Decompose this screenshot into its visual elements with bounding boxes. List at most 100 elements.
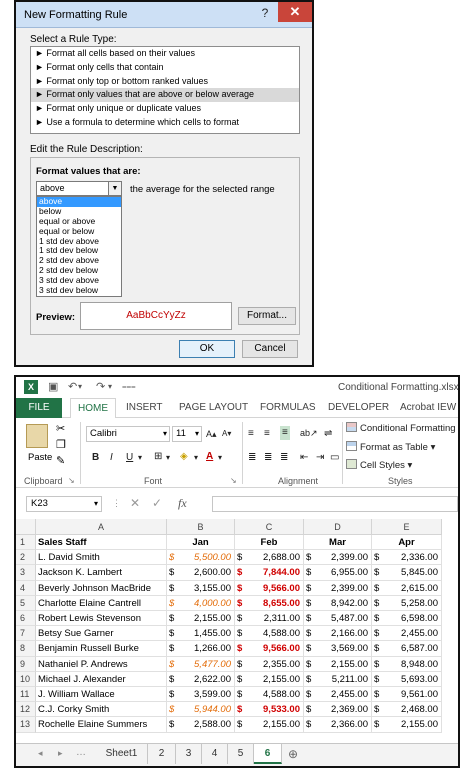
row-header[interactable]: 6 [16, 611, 36, 627]
row-header[interactable]: 9 [16, 656, 36, 672]
save-icon[interactable]: ▣ [48, 380, 58, 393]
row-header[interactable]: 7 [16, 626, 36, 642]
help-icon[interactable]: ? [254, 4, 276, 22]
table-cell-value[interactable]: $5,500.00 [167, 550, 235, 566]
table-cell-value[interactable]: $2,155.00 [235, 717, 304, 733]
italic-button[interactable]: I [110, 451, 113, 465]
cancel-entry-icon[interactable]: ✕ [130, 496, 140, 510]
ok-button[interactable]: OK [179, 340, 235, 358]
row-header[interactable]: 4 [16, 580, 36, 596]
table-cell-name[interactable]: J. William Wallace [36, 687, 167, 703]
name-box[interactable]: K23 ▾ [26, 496, 102, 512]
copy-icon[interactable]: ❐ [56, 438, 66, 451]
table-cell-value[interactable]: $2,468.00 [372, 702, 442, 718]
borders-icon[interactable]: ⊞ [154, 450, 162, 464]
table-cell-value[interactable]: $2,336.00 [372, 550, 442, 566]
chevron-down-icon[interactable]: ▾ [195, 427, 199, 441]
table-cell-value[interactable]: $6,598.00 [372, 611, 442, 627]
rule-type-list[interactable]: ► Format all cells based on their values… [30, 46, 300, 134]
table-cell-value[interactable]: $7,844.00 [235, 565, 304, 581]
undo-icon[interactable]: ↶ [68, 380, 77, 393]
table-cell-value[interactable]: $5,944.00 [167, 702, 235, 718]
table-cell-value[interactable]: $9,566.00 [235, 580, 304, 596]
align-right-icon[interactable]: ≣ [280, 451, 288, 465]
chevron-down-icon[interactable]: ▼ [108, 182, 121, 195]
table-cell-name[interactable]: Robert Lewis Stevenson [36, 611, 167, 627]
table-cell-name[interactable]: Betsy Sue Garner [36, 626, 167, 642]
table-cell-value[interactable]: $2,622.00 [167, 671, 235, 687]
customize-qat-icon[interactable]: ⩶ [122, 382, 136, 392]
table-cell-value[interactable]: Feb [235, 535, 304, 551]
chevron-down-icon[interactable]: ▾ [166, 451, 170, 465]
table-cell-value[interactable]: $4,000.00 [167, 595, 235, 611]
merge-center-icon[interactable]: ▭ [330, 451, 339, 465]
rule-type-item[interactable]: ► Format only top or bottom ranked value… [31, 75, 299, 89]
wrap-text-icon[interactable]: ⇌ [324, 427, 332, 441]
row-header[interactable]: 12 [16, 702, 36, 718]
table-cell-value[interactable]: $2,155.00 [167, 611, 235, 627]
column-header[interactable]: C [235, 519, 304, 535]
tab-page-layout[interactable]: PAGE LAYOUT [179, 398, 248, 418]
table-cell-value[interactable]: $5,845.00 [372, 565, 442, 581]
table-cell-name[interactable]: Sales Staff [36, 535, 167, 551]
font-name-combo[interactable]: Calibri ▾ [86, 426, 170, 442]
chevron-down-icon[interactable]: ▾ [194, 451, 198, 465]
above-below-dropdown-list[interactable]: above below equal or above equal or below 1 … [36, 196, 122, 297]
table-cell-value[interactable]: $2,588.00 [167, 717, 235, 733]
table-cell-name[interactable]: L. David Smith [36, 550, 167, 566]
paste-label[interactable]: Paste [28, 452, 52, 463]
tab-insert[interactable]: INSERT [126, 398, 163, 418]
table-cell-value[interactable]: $2,311.00 [235, 611, 304, 627]
table-cell-value[interactable]: $3,155.00 [167, 580, 235, 596]
redo-dropdown-icon[interactable]: ▾ [108, 382, 112, 391]
row-header[interactable]: 8 [16, 641, 36, 657]
insert-function-icon[interactable]: fx [178, 496, 187, 511]
table-cell-value[interactable]: $9,561.00 [372, 687, 442, 703]
align-middle-icon[interactable]: ≡ [264, 427, 270, 441]
table-cell-value[interactable]: $1,455.00 [167, 626, 235, 642]
rule-type-item[interactable]: ► Format only values that are above or b… [31, 88, 299, 103]
format-as-table-button[interactable]: Format as Table ▾ [346, 441, 435, 453]
sheet-tab[interactable]: 5 [228, 744, 254, 764]
column-header[interactable]: B [167, 519, 235, 535]
chevron-down-icon[interactable]: ▾ [94, 497, 98, 511]
row-header[interactable]: 3 [16, 565, 36, 581]
sheet-tab[interactable]: 2 [148, 744, 176, 764]
sheet-tab[interactable]: Sheet1 [96, 744, 148, 764]
table-cell-value[interactable]: $2,455.00 [304, 687, 372, 703]
chevron-down-icon[interactable]: ▾ [138, 451, 142, 465]
table-cell-value[interactable]: $2,615.00 [372, 580, 442, 596]
font-size-combo[interactable]: 11 ▾ [172, 426, 202, 442]
table-cell-value[interactable]: Mar [304, 535, 372, 551]
table-cell-value[interactable]: $5,211.00 [304, 671, 372, 687]
row-header[interactable]: 13 [16, 717, 36, 733]
scroll-left-icon[interactable]: ◂ [38, 748, 43, 759]
chevron-down-icon[interactable]: ▾ [163, 427, 167, 441]
paste-icon[interactable] [26, 424, 48, 448]
table-cell-name[interactable]: C.J. Corky Smith [36, 702, 167, 718]
column-header[interactable]: D [304, 519, 372, 535]
table-cell-value[interactable]: $2,155.00 [372, 717, 442, 733]
clipboard-launcher-icon[interactable]: ↘ [68, 476, 75, 485]
table-cell-value[interactable]: $9,533.00 [235, 702, 304, 718]
rule-type-item[interactable]: ► Format only cells that contain [31, 61, 299, 75]
conditional-formatting-button[interactable]: Conditional Formatting ▾ [346, 422, 458, 434]
table-cell-value[interactable]: $2,399.00 [304, 580, 372, 596]
table-cell-value[interactable]: $2,600.00 [167, 565, 235, 581]
table-cell-name[interactable]: Benjamin Russell Burke [36, 641, 167, 657]
rule-type-item[interactable]: ► Use a formula to determine which cells… [31, 116, 299, 130]
close-icon[interactable]: ✕ [278, 2, 312, 22]
table-cell-value[interactable]: $6,955.00 [304, 565, 372, 581]
table-cell-name[interactable]: Charlotte Elaine Cantrell [36, 595, 167, 611]
fill-color-icon[interactable]: ◈ [180, 450, 188, 464]
grow-font-icon[interactable]: A▴ [206, 427, 217, 441]
cell-styles-button[interactable]: Cell Styles ▾ [346, 459, 412, 471]
table-cell-value[interactable]: $2,455.00 [372, 626, 442, 642]
table-cell-value[interactable]: $8,655.00 [235, 595, 304, 611]
chevron-down-icon[interactable]: ▾ [218, 451, 222, 465]
table-cell-value[interactable]: $4,588.00 [235, 687, 304, 703]
table-cell-value[interactable]: $8,948.00 [372, 656, 442, 672]
row-header[interactable]: 10 [16, 671, 36, 687]
table-cell-name[interactable]: Jackson K. Lambert [36, 565, 167, 581]
table-cell-value[interactable]: $2,155.00 [304, 656, 372, 672]
